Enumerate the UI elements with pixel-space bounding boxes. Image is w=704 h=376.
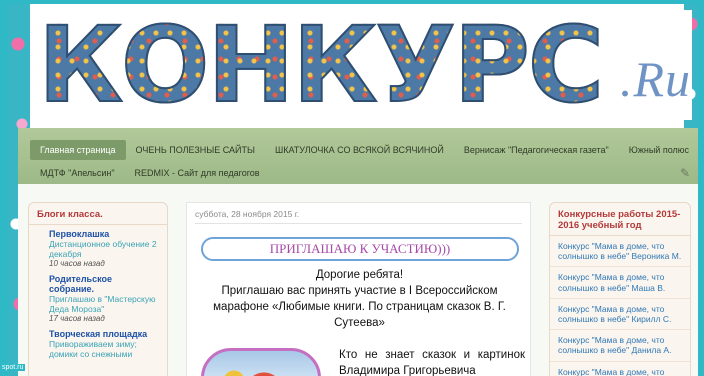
left-sidebar-blogs: Блоги класса. Первоклашка Дистанционное …: [28, 202, 168, 376]
contest-link[interactable]: Конкурс "Мама в доме, что солнышко в неб…: [550, 330, 690, 362]
contest-link[interactable]: Конкурс "Мама в доме, что солнышко в неб…: [550, 267, 690, 299]
blog-item-desc[interactable]: Дистанционное обучение 2 декабря: [49, 239, 159, 259]
logo-main-text: КОНКУРС: [37, 4, 605, 126]
page: КОНКУРС .Ru Главная страница ОЧЕНЬ ПОЛЕЗ…: [8, 4, 698, 376]
post-intro: Дорогие ребята! Приглашаю вас принять уч…: [197, 267, 522, 331]
blog-list-item[interactable]: Родительское собрание. Приглашаю в "Маст…: [29, 270, 167, 325]
nav-item-home[interactable]: Главная страница: [30, 140, 126, 160]
post-date: суббота, 28 ноября 2015 г.: [195, 209, 300, 219]
post-body: Приглашаю вас принять участие в I Всерос…: [213, 285, 506, 329]
nav-item-useful-sites[interactable]: ОЧЕНЬ ПОЛЕЗНЫЕ САЙТЫ: [126, 140, 265, 160]
invite-banner: ПРИГЛАШАЮ К УЧАСТИЮ))): [201, 237, 519, 261]
blog-item-desc[interactable]: Привораживаем зиму; домики со снежными: [49, 339, 159, 359]
divider: [195, 223, 522, 224]
nav-item-redmix[interactable]: REDMIX - Сайт для педагогов: [125, 163, 270, 183]
left-sidebar-title: Блоги класса.: [29, 203, 167, 225]
logo-domain-suffix: .Ru: [620, 51, 692, 107]
blog-item-desc[interactable]: Приглашаю в "Мастерскую Деда Мороза": [49, 294, 159, 314]
contest-link[interactable]: Конкурс "Мама в доме, что солнышко в неб…: [550, 299, 690, 331]
site-header-banner: КОНКУРС .Ru: [30, 10, 692, 120]
site-logo[interactable]: КОНКУРС: [37, 4, 605, 126]
blog-item-time: 10 часов назад: [49, 259, 105, 268]
right-sidebar-title: Конкурсные работы 2015-2016 учебный год: [550, 203, 690, 236]
post-greeting: Дорогие ребята!: [315, 269, 404, 281]
blog-list-item[interactable]: Творческая площадка Привораживаем зиму; …: [29, 325, 167, 361]
post-image[interactable]: [201, 348, 321, 376]
post-paragraph: Кто не знает сказок и картинок Владимира…: [339, 349, 525, 376]
blog-item-title[interactable]: Первоклашка: [49, 229, 159, 239]
wrench-icon[interactable]: ✎: [678, 166, 692, 180]
nav-item-south-pole[interactable]: Южный полюс: [619, 140, 698, 160]
nav-row-1: Главная страница ОЧЕНЬ ПОЛЕЗНЫЕ САЙТЫ ШК…: [18, 139, 698, 161]
right-sidebar-contest: Конкурсные работы 2015-2016 учебный год …: [549, 202, 691, 376]
source-label: spot.ru: [0, 364, 26, 371]
blog-post: суббота, 28 ноября 2015 г. ПРИГЛАШАЮ К У…: [186, 202, 531, 376]
nav-item-vernisage[interactable]: Вернисаж "Педагогическая газета": [454, 140, 619, 160]
blog-item-time: 17 часов назад: [49, 314, 105, 323]
nav-row-2: МДТФ "Апельсин" REDMIX - Сайт для педаго…: [18, 162, 270, 184]
nav-item-mdtf[interactable]: МДТФ "Апельсин": [30, 163, 125, 183]
nav-item-box[interactable]: ШКАТУЛОЧКА СО ВСЯКОЙ ВСЯЧИНОЙ: [265, 140, 454, 160]
contest-link[interactable]: Конкурс "Мама в доме, что солнышко в неб…: [550, 362, 690, 376]
blog-item-title[interactable]: Родительское собрание.: [49, 274, 159, 294]
blog-item-title[interactable]: Творческая площадка: [49, 329, 159, 339]
blog-list-item[interactable]: Первоклашка Дистанционное обучение 2 дек…: [29, 225, 167, 270]
contest-link[interactable]: Конкурс "Мама в доме, что солнышко в неб…: [550, 236, 690, 268]
main-navigation: Главная страница ОЧЕНЬ ПОЛЕЗНЫЕ САЙТЫ ШК…: [18, 128, 698, 184]
